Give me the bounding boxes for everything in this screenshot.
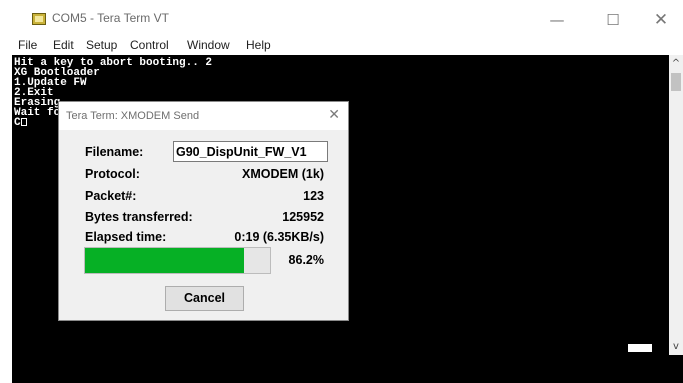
menu-file[interactable]: File [18,38,37,52]
menu-edit[interactable]: Edit [53,38,74,52]
bytes-transferred-label: Bytes transferred: [85,210,193,224]
terminal-line-text: C [14,117,21,129]
bytes-transferred-value: 125952 [282,210,324,224]
terminal-cursor-block [628,344,652,352]
menu-control[interactable]: Control [130,38,169,52]
dialog-titlebar: Tera Term: XMODEM Send ✕ [59,102,348,130]
dialog-close-icon[interactable]: ✕ [328,107,340,123]
packet-label: Packet#: [85,189,137,203]
elapsed-time-value: 0:19 (6.35KB/s) [234,230,324,244]
menu-bar: File Edit Setup Control Window Help [0,37,683,55]
progress-percent: 86.2% [288,253,324,267]
protocol-label: Protocol: [85,167,140,181]
scroll-up-arrow-icon[interactable]: ^ [669,55,683,72]
xmodem-send-dialog: Tera Term: XMODEM Send ✕ Filename: G90_D… [58,101,349,321]
terminal-bottom-area [12,355,683,383]
window-title: COM5 - Tera Term VT [52,11,169,25]
window-titlebar: COM5 - Tera Term VT — ☐ ✕ [0,0,683,36]
dialog-title: Tera Term: XMODEM Send [66,110,200,122]
filename-label: Filename: [85,145,144,159]
vertical-scrollbar[interactable]: ^ v [669,55,683,355]
packet-value: 123 [303,189,324,203]
terminal-cursor [20,118,27,126]
scroll-down-arrow-icon[interactable]: v [669,338,683,355]
menu-setup[interactable]: Setup [86,38,117,52]
protocol-value: XMODEM (1k) [242,167,324,181]
filename-value: G90_DispUnit_FW_V1 [176,145,307,159]
progress-bar [84,247,271,274]
elapsed-time-label: Elapsed time: [85,230,167,244]
progress-bar-fill [85,248,245,273]
minimize-button[interactable]: — [534,6,580,34]
maximize-button[interactable]: ☐ [590,6,636,34]
menu-window[interactable]: Window [187,38,230,52]
cancel-button[interactable]: Cancel [165,286,244,311]
close-window-button[interactable]: ✕ [638,6,683,34]
filename-field[interactable]: G90_DispUnit_FW_V1 [173,141,328,162]
tera-term-icon [32,13,46,25]
menu-help[interactable]: Help [246,38,271,52]
scroll-thumb[interactable] [671,73,681,91]
